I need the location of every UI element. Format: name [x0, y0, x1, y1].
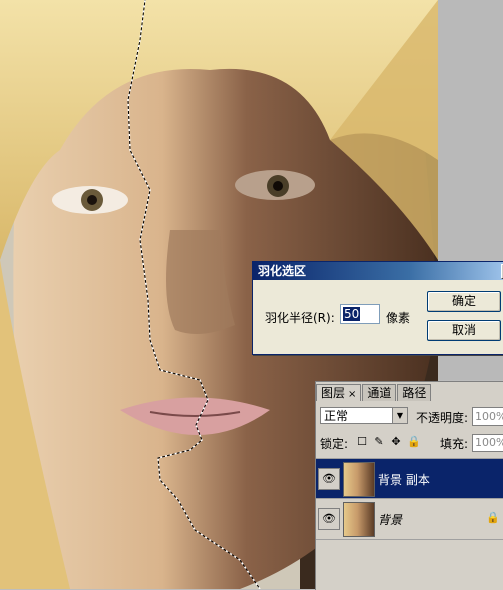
cancel-button[interactable]: 取消	[427, 320, 501, 341]
opacity-label: 不透明度:	[416, 411, 469, 425]
layer-thumbnail	[343, 502, 375, 537]
tab-layers[interactable]: 图层 ×	[316, 384, 362, 401]
layers-panel: 图层× 通道 路径 正常 ▼ 不透明度: 100% 锁定: ☐ ✎ ✥ 🔒 填充…	[315, 381, 503, 590]
panel-tabs: 图层 × 通道 路径	[316, 384, 432, 402]
feather-radius-input[interactable]: 50	[340, 304, 380, 324]
lock-all-icon[interactable]: 🔒	[407, 436, 421, 448]
feather-radius-value: 50	[343, 307, 361, 321]
lock-brush-icon[interactable]: ✎	[373, 436, 385, 448]
feather-radius-label: 羽化半径(R):	[265, 311, 335, 325]
layer-row-background[interactable]: 👁 背景 🔒	[316, 498, 503, 540]
tab-label: 路径	[402, 386, 427, 400]
tab-label: 通道	[367, 386, 392, 400]
tab-close-icon[interactable]: ×	[348, 389, 356, 400]
tab-paths[interactable]: 路径	[397, 384, 432, 401]
lock-row: 锁定: ☐ ✎ ✥ 🔒 填充: 100%	[320, 434, 503, 452]
lock-icon: 🔒	[486, 511, 500, 524]
dialog-title[interactable]: 羽化选区	[253, 262, 503, 280]
lock-label: 锁定:	[320, 437, 349, 451]
lock-transparency-icon[interactable]: ☐	[356, 436, 368, 448]
layer-thumbnail	[343, 462, 375, 497]
tab-channels[interactable]: 通道	[362, 384, 397, 401]
blend-mode-value: 正常	[324, 409, 349, 423]
layer-name: 背景	[378, 513, 403, 527]
chevron-down-icon[interactable]: ▼	[392, 408, 407, 423]
tab-label: 图层	[321, 386, 346, 400]
eye-icon[interactable]: 👁	[318, 508, 340, 530]
feather-selection-dialog: 羽化选区 × 羽化半径(R): 50 像素 确定 取消	[252, 261, 503, 355]
ok-button[interactable]: 确定	[427, 291, 501, 312]
fill-input[interactable]: 100%	[472, 434, 503, 452]
lock-move-icon[interactable]: ✥	[390, 436, 402, 448]
blend-mode-select[interactable]: 正常 ▼	[320, 407, 408, 424]
fill-label: 填充:	[440, 437, 469, 451]
opacity-input[interactable]: 100%	[472, 407, 503, 426]
layer-row-background-copy[interactable]: 👁 背景 副本	[316, 458, 503, 499]
eye-icon[interactable]: 👁	[318, 468, 340, 490]
pixel-unit-label: 像素	[386, 311, 411, 325]
layer-name: 背景 副本	[378, 473, 430, 487]
